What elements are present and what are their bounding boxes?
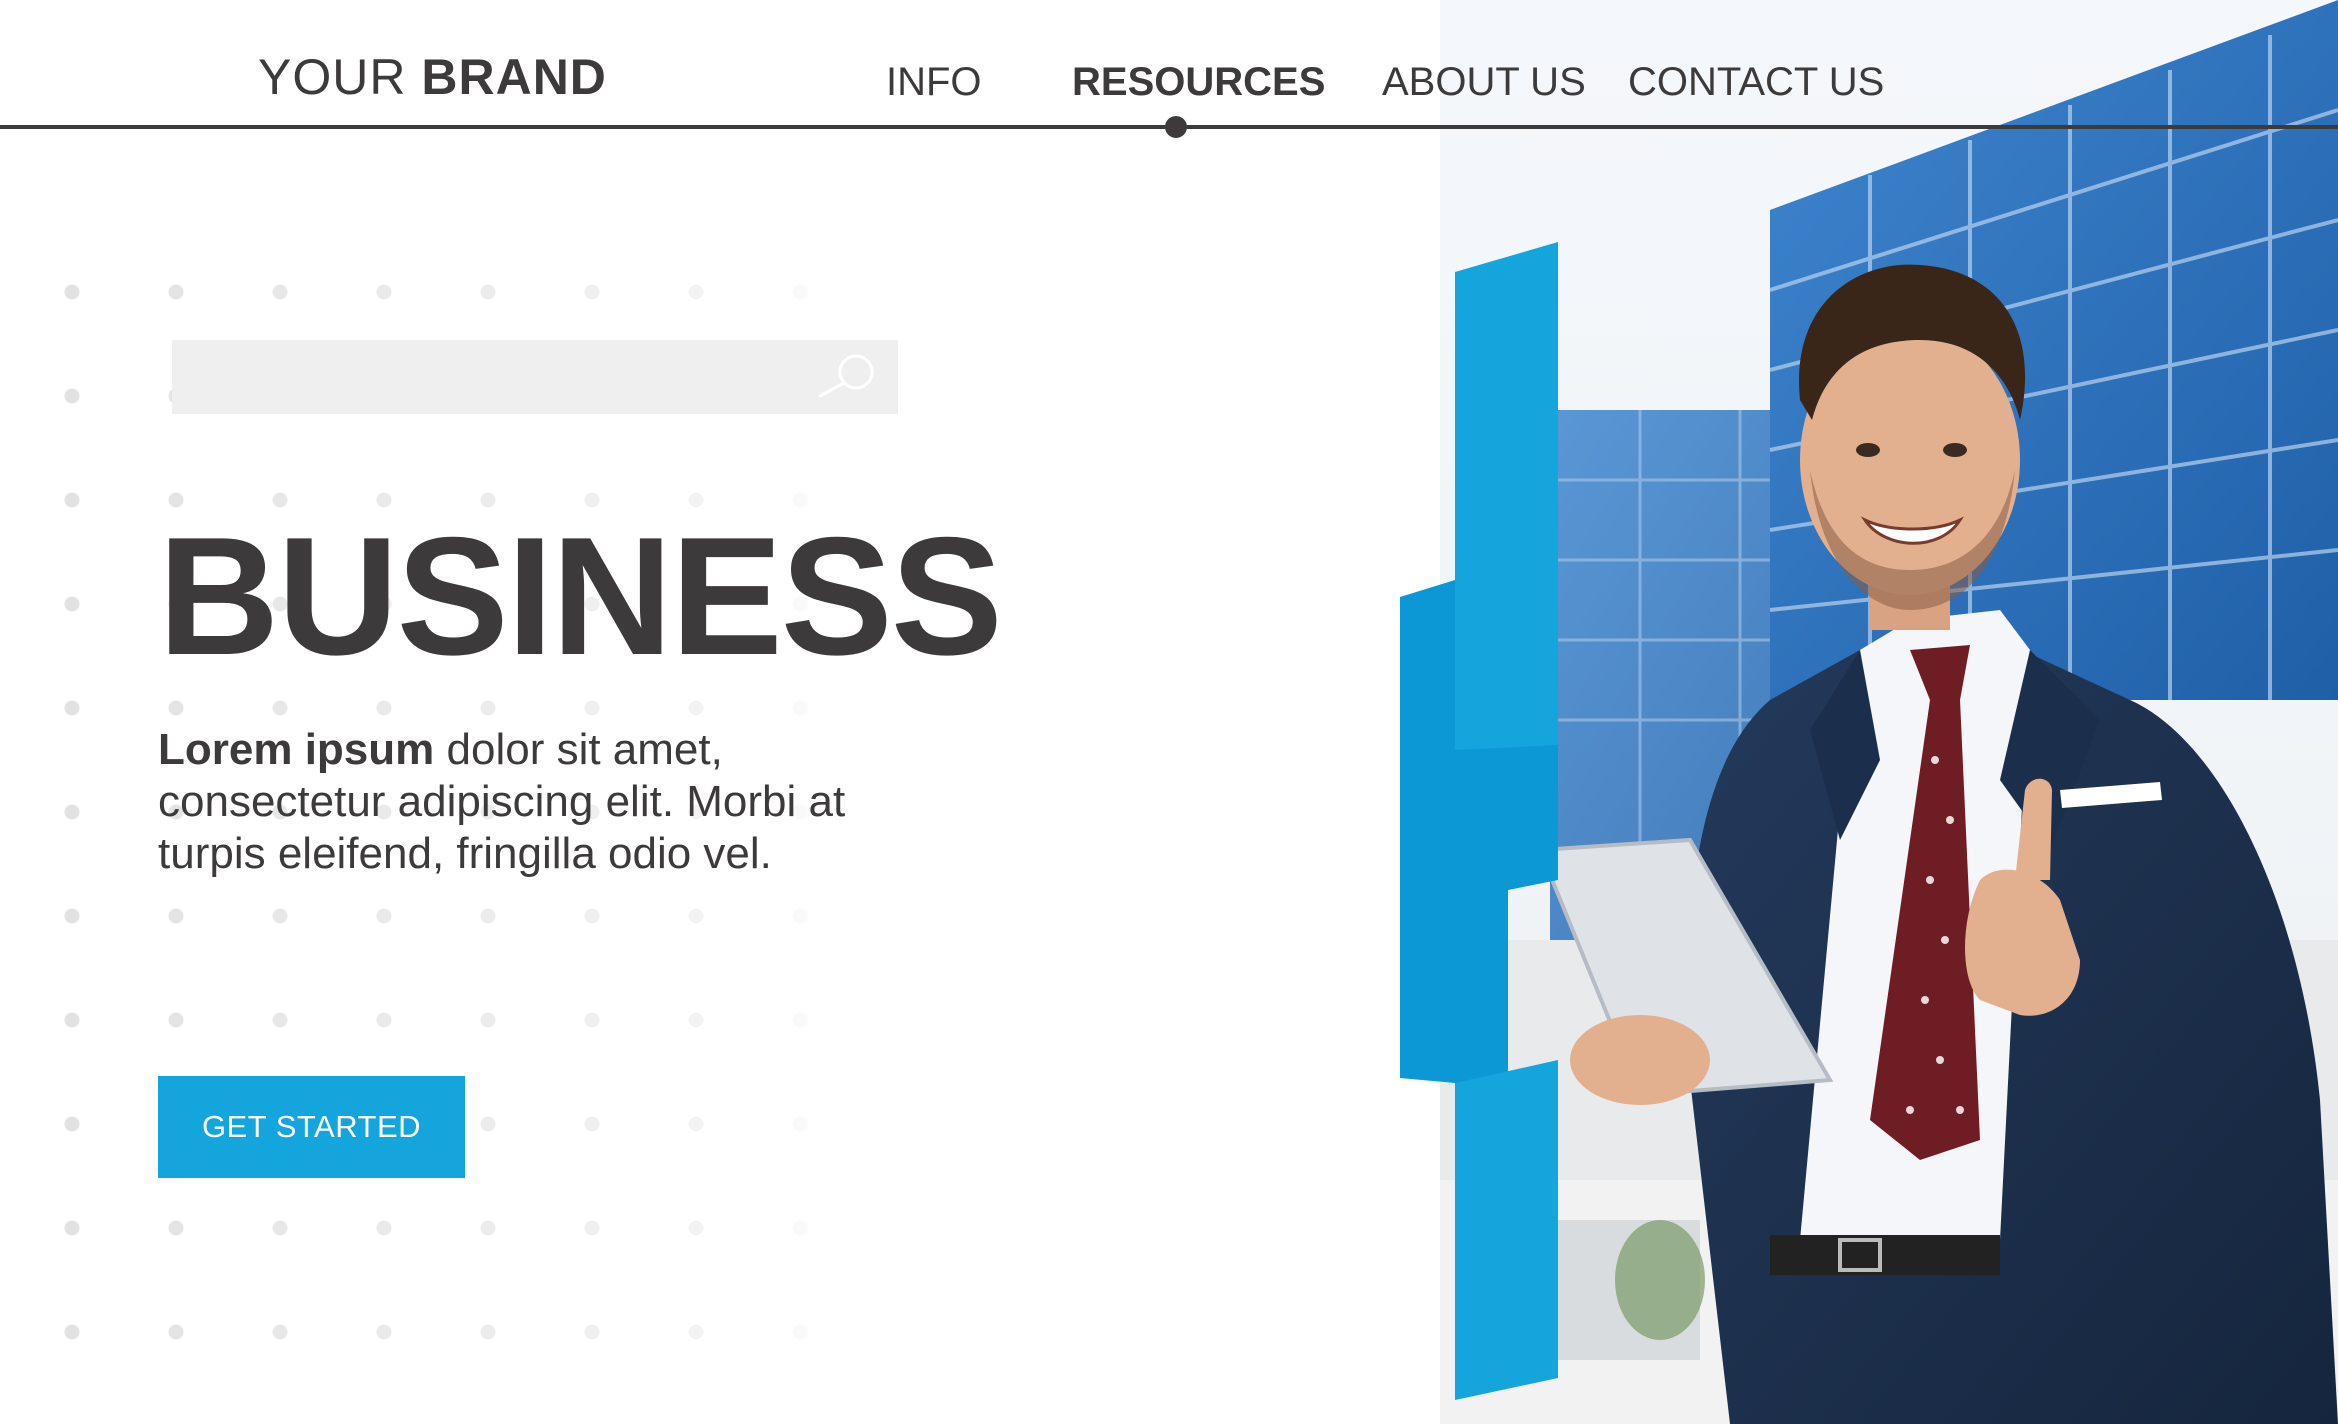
hero-headline: BUSINESS — [158, 502, 1003, 690]
search-input[interactable] — [172, 340, 812, 414]
search-icon[interactable] — [812, 350, 888, 404]
hero-description: Lorem ipsum dolor sit amet, consectetur … — [158, 724, 858, 880]
nav-item-about-us[interactable]: ABOUT US — [1382, 60, 1586, 105]
nav-item-contact-us[interactable]: CONTACT US — [1628, 60, 1884, 105]
brand-logo[interactable]: YOUR BRAND — [258, 48, 607, 106]
active-nav-indicator — [1165, 116, 1187, 138]
brand-light-text: YOUR — [258, 49, 407, 105]
get-started-button[interactable]: GET STARTED — [158, 1076, 465, 1178]
hero-photo — [1440, 0, 2338, 1424]
nav-item-resources[interactable]: RESOURCES — [1072, 60, 1325, 105]
hero-description-strong: Lorem ipsum — [158, 725, 435, 774]
nav-item-info[interactable]: INFO — [886, 60, 982, 105]
search-bar — [172, 340, 898, 414]
blue-accent-shapes — [1400, 242, 1558, 1400]
brand-bold-text: BRAND — [421, 49, 607, 105]
